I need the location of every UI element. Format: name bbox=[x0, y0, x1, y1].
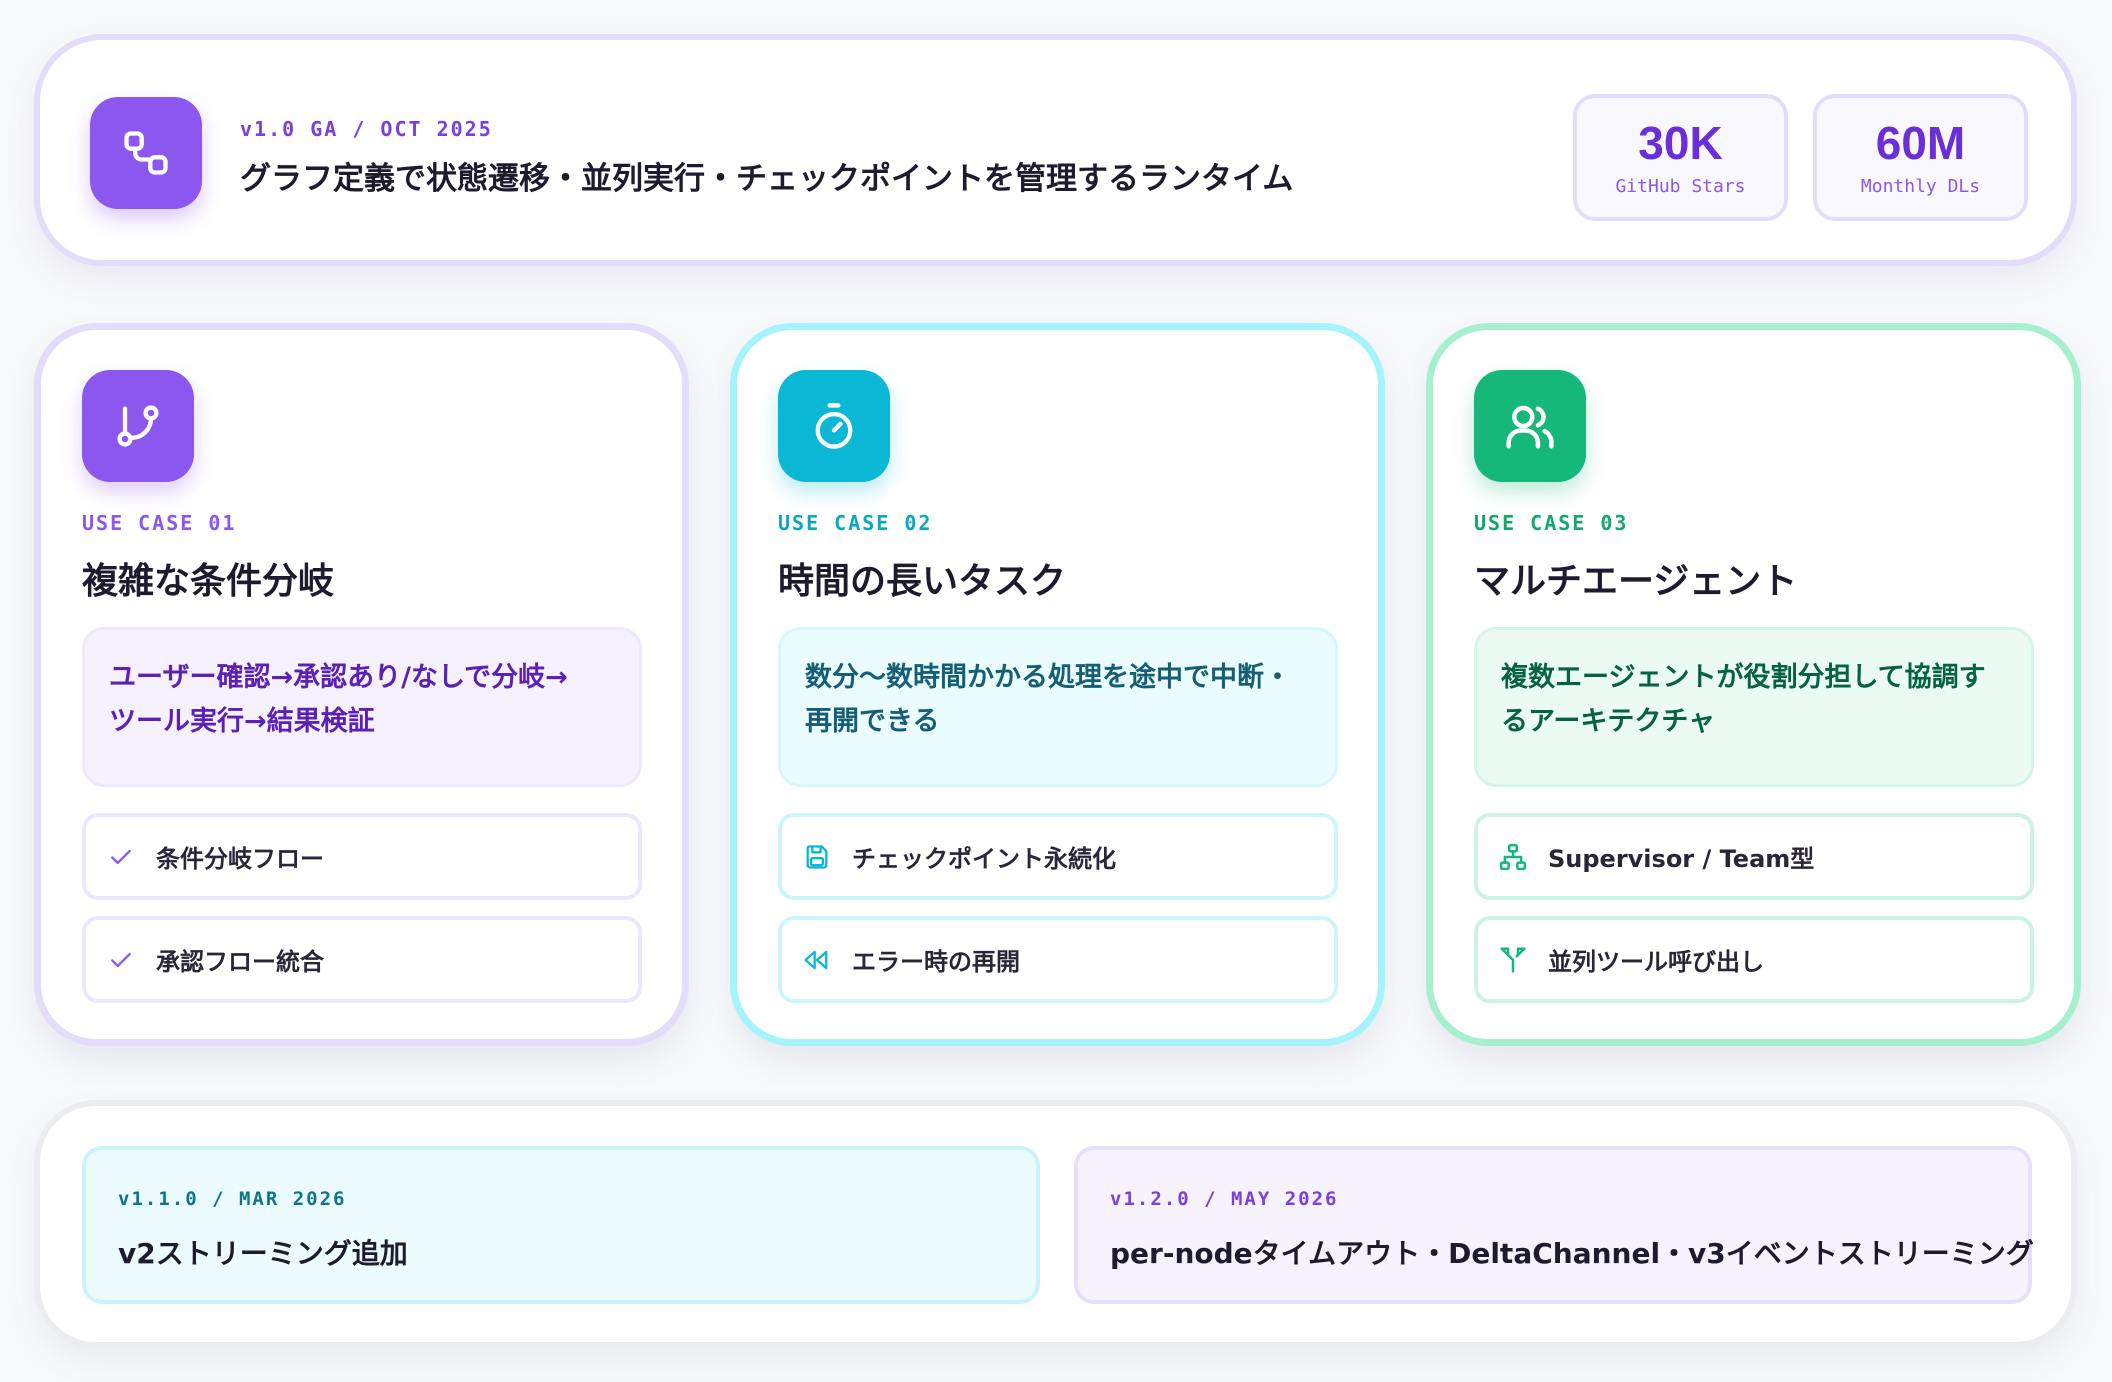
graph-nodes-icon bbox=[90, 97, 202, 209]
feature-label: エラー時の再開 bbox=[852, 948, 1020, 976]
feature-label: 並列ツール呼び出し bbox=[1548, 948, 1764, 976]
description-line: るアーキテクチャ bbox=[1501, 706, 1716, 737]
stat-label: GitHub Stars bbox=[1615, 176, 1746, 197]
use-case-tag: USE CASE 01 bbox=[82, 511, 237, 535]
use-case-title: 複雑な条件分岐 bbox=[82, 561, 335, 602]
version-tag: v1.1.0 / MAR 2026 bbox=[118, 1188, 347, 1210]
feature-item: 条件分岐フロー bbox=[82, 813, 642, 900]
stat-monthly-downloads: 60M Monthly DLs bbox=[1813, 94, 2028, 221]
stat-label: Monthly DLs bbox=[1860, 176, 1981, 197]
rewind-icon bbox=[802, 945, 832, 975]
feature-label: チェックポイント永続化 bbox=[852, 845, 1116, 873]
description-line: ユーザー確認→承認あり/なしで分岐→ bbox=[109, 662, 568, 693]
feature-item: チェックポイント永続化 bbox=[778, 813, 1338, 900]
feature-item: エラー時の再開 bbox=[778, 916, 1338, 1003]
header-card: v1.0 GA / OCT 2025 グラフ定義で状態遷移・並列実行・チェックポ… bbox=[34, 34, 2077, 266]
hierarchy-icon bbox=[1498, 842, 1528, 872]
description-line: 再開できる bbox=[805, 706, 940, 737]
feature-label: Supervisor / Team型 bbox=[1548, 845, 1815, 873]
check-icon bbox=[106, 842, 136, 872]
description-line: ツール実行→結果検証 bbox=[109, 706, 375, 737]
feature-item: 並列ツール呼び出し bbox=[1474, 916, 2034, 1003]
feature-label: 承認フロー統合 bbox=[156, 948, 324, 976]
version-title: per-nodeタイムアウト・DeltaChannel・v3イベントストリーミン… bbox=[1110, 1237, 2034, 1270]
description-line: 数分〜数時間かかる処理を途中で中断・ bbox=[805, 662, 1291, 693]
feature-label: 条件分岐フロー bbox=[156, 845, 324, 873]
use-case-description: ユーザー確認→承認あり/なしで分岐→ ツール実行→結果検証 bbox=[82, 627, 642, 787]
stat-github-stars: 30K GitHub Stars bbox=[1573, 94, 1788, 221]
description-line: 複数エージェントが役割分担して協調す bbox=[1501, 662, 1986, 693]
version-card-v1-2-0: v1.2.0 / MAY 2026 per-nodeタイムアウト・DeltaCh… bbox=[1074, 1146, 2034, 1304]
stat-value: 30K bbox=[1638, 117, 1723, 169]
use-case-title: 時間の長いタスク bbox=[778, 561, 1067, 602]
feature-item: 承認フロー統合 bbox=[82, 916, 642, 1003]
use-case-tag: USE CASE 02 bbox=[778, 511, 933, 535]
users-icon bbox=[1474, 370, 1586, 482]
version-card-v1-1-0: v1.1.0 / MAR 2026 v2ストリーミング追加 bbox=[82, 1146, 1040, 1304]
use-case-card-03: USE CASE 03 マルチエージェント 複数エージェントが役割分担して協調す… bbox=[1426, 323, 2081, 1046]
stat-value: 60M bbox=[1875, 117, 1966, 169]
use-case-card-02: USE CASE 02 時間の長いタスク 数分〜数時間かかる処理を途中で中断・ … bbox=[730, 323, 1385, 1046]
page: v1.0 GA / OCT 2025 グラフ定義で状態遷移・並列実行・チェックポ… bbox=[0, 0, 2112, 1382]
git-branch-icon bbox=[82, 370, 194, 482]
header-title: グラフ定義で状態遷移・並列実行・チェックポイントを管理するランタイム bbox=[240, 161, 1294, 197]
save-icon bbox=[802, 842, 832, 872]
version-title: v2ストリーミング追加 bbox=[118, 1237, 408, 1270]
split-icon bbox=[1498, 945, 1528, 975]
check-icon bbox=[106, 945, 136, 975]
use-case-description: 数分〜数時間かかる処理を途中で中断・ 再開できる bbox=[778, 627, 1338, 787]
use-case-card-01: USE CASE 01 複雑な条件分岐 ユーザー確認→承認あり/なしで分岐→ ツ… bbox=[34, 323, 689, 1046]
version-history: v1.1.0 / MAR 2026 v2ストリーミング追加 v1.2.0 / M… bbox=[34, 1100, 2077, 1348]
stopwatch-icon bbox=[778, 370, 890, 482]
use-case-tag: USE CASE 03 bbox=[1474, 511, 1629, 535]
version-tag: v1.2.0 / MAY 2026 bbox=[1110, 1188, 1339, 1210]
use-case-description: 複数エージェントが役割分担して協調す るアーキテクチャ bbox=[1474, 627, 2034, 787]
feature-item: Supervisor / Team型 bbox=[1474, 813, 2034, 900]
release-tag: v1.0 GA / OCT 2025 bbox=[240, 117, 493, 141]
use-case-title: マルチエージェント bbox=[1474, 561, 1798, 602]
